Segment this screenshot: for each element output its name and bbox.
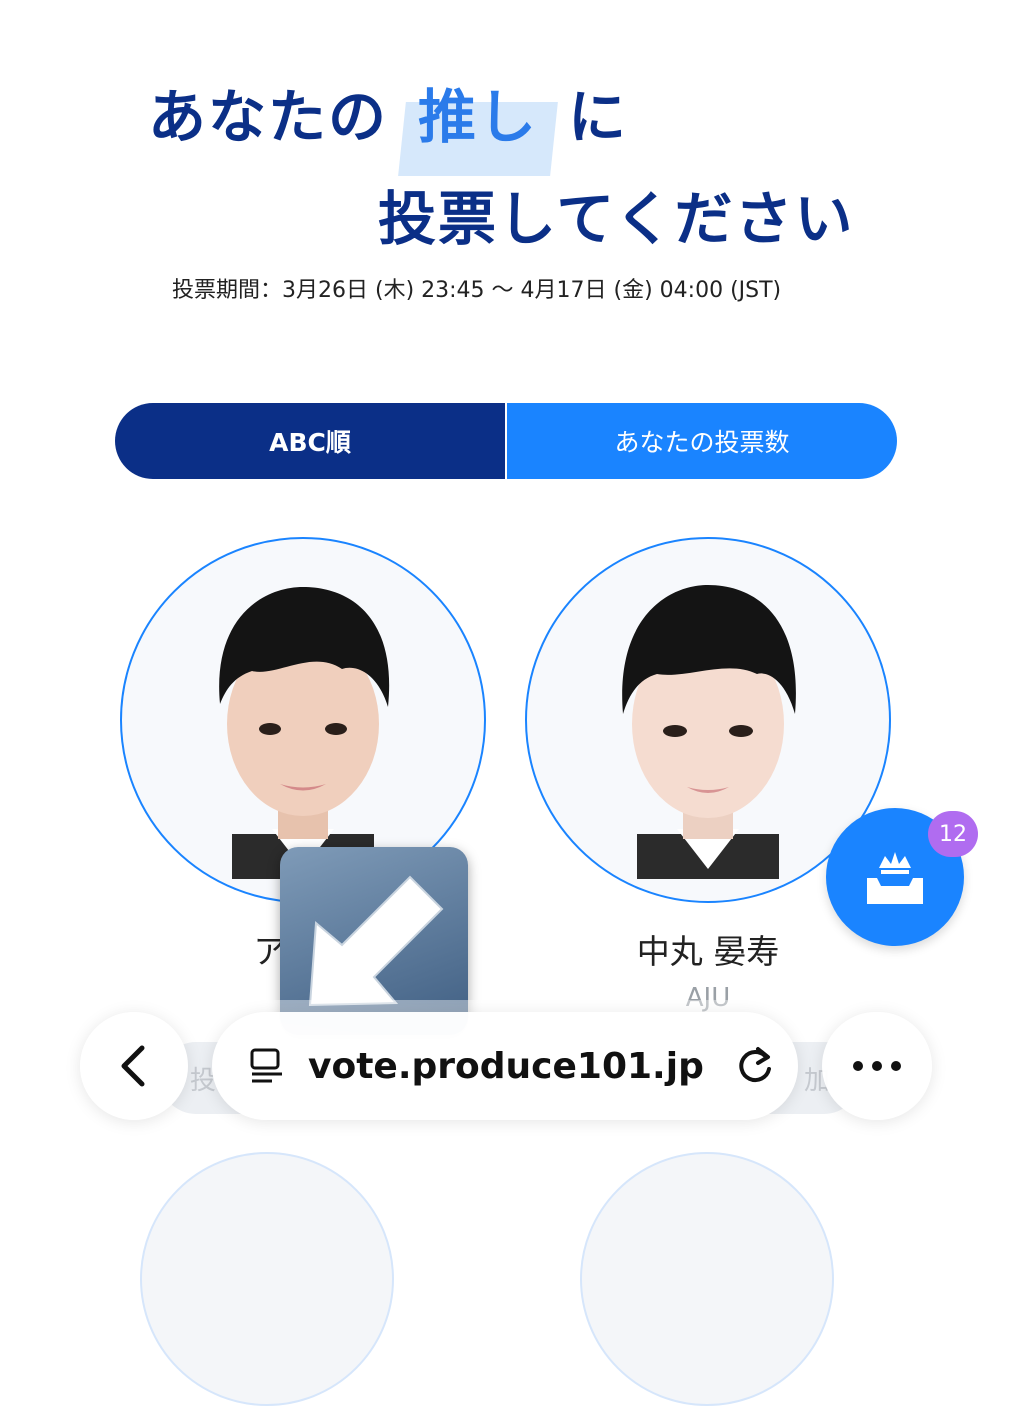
- tab-your-votes[interactable]: あなたの投票数: [505, 403, 897, 479]
- voting-period: 投票期間：3月26日 (木) 23:45 〜 4月17日 (金) 04:00 (…: [172, 278, 782, 303]
- reader-mode-icon[interactable]: [248, 1046, 288, 1086]
- portrait-illustration: [219, 587, 390, 879]
- address-bar[interactable]: vote.produce101.jp: [212, 1012, 798, 1120]
- more-button[interactable]: [822, 1012, 932, 1120]
- sort-tabs: ABC順 あなたの投票数: [115, 403, 897, 479]
- hero-suffix: に: [568, 83, 629, 151]
- crown-ballot-box-icon: [867, 852, 923, 904]
- portrait-illustration: [622, 585, 796, 879]
- vote-count-badge: 12: [928, 811, 978, 857]
- trainee-name: 中丸 晏寿: [636, 932, 780, 971]
- hero-prefix: あなたの: [148, 83, 389, 151]
- trainee-photo-faded: [580, 1152, 834, 1406]
- trainee-photo-faded: [140, 1152, 394, 1406]
- hero-headline-line2: 投票してください: [378, 185, 855, 253]
- url-text[interactable]: vote.produce101.jp: [308, 1046, 704, 1087]
- tab-abc-order[interactable]: ABC順: [115, 403, 505, 479]
- back-button[interactable]: [80, 1012, 188, 1120]
- chevron-left-icon: [121, 1045, 145, 1087]
- trainee-card[interactable]: 中丸 晏寿 AJU: [525, 537, 891, 1013]
- reload-icon[interactable]: [734, 1045, 776, 1087]
- hero-headline-line1: あなたの 推しに: [148, 70, 628, 154]
- more-icon: [853, 1061, 901, 1071]
- hero-highlight: 推し: [418, 70, 538, 154]
